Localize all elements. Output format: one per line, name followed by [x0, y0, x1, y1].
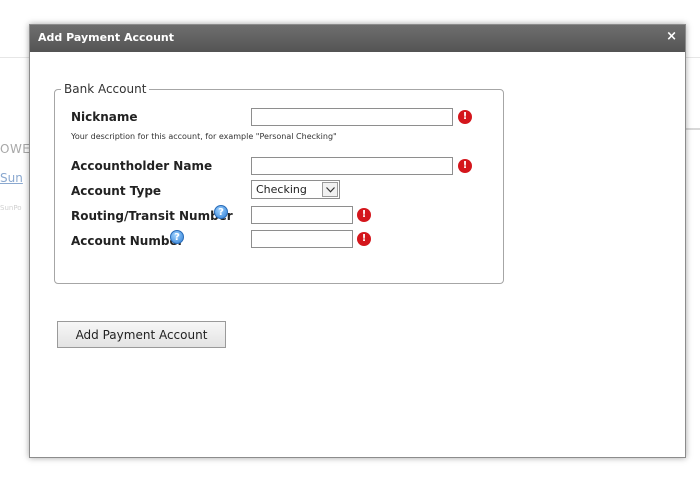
accountholder-name-input[interactable] [251, 157, 453, 175]
account-number-help-icon[interactable]: ? [170, 230, 184, 244]
accountholder-required-icon: ! [458, 159, 472, 173]
account-type-label: Account Type [71, 184, 162, 198]
nickname-input[interactable] [251, 108, 453, 126]
dialog-titlebar: Add Payment Account × [30, 25, 685, 52]
nickname-label: Nickname [71, 110, 138, 124]
background-text-fragment: SunPo [0, 204, 22, 212]
account-number-input[interactable] [251, 230, 353, 248]
close-icon[interactable]: × [666, 29, 677, 44]
account-number-required-icon: ! [357, 232, 371, 246]
accountholder-name-label: Accountholder Name [71, 159, 213, 173]
dialog-title: Add Payment Account [38, 31, 174, 44]
add-payment-account-dialog: Add Payment Account × Bank Account Nickn… [29, 24, 686, 458]
bank-account-legend: Bank Account [64, 82, 147, 96]
routing-help-icon[interactable]: ? [214, 205, 228, 219]
account-type-select[interactable]: Checking [251, 180, 340, 199]
routing-required-icon: ! [357, 208, 371, 222]
background-divider-right [684, 128, 700, 130]
account-number-label: Account Number [71, 234, 184, 248]
chevron-down-icon[interactable] [322, 182, 338, 197]
nickname-hint: Your description for this account, for e… [71, 132, 337, 141]
account-type-selected: Checking [256, 183, 307, 196]
background-link-fragment[interactable]: Sun [0, 171, 23, 185]
nickname-required-icon: ! [458, 110, 472, 124]
routing-number-input[interactable] [251, 206, 353, 224]
add-payment-account-button[interactable]: Add Payment Account [57, 321, 226, 348]
routing-number-label: Routing/Transit Number [71, 209, 233, 223]
